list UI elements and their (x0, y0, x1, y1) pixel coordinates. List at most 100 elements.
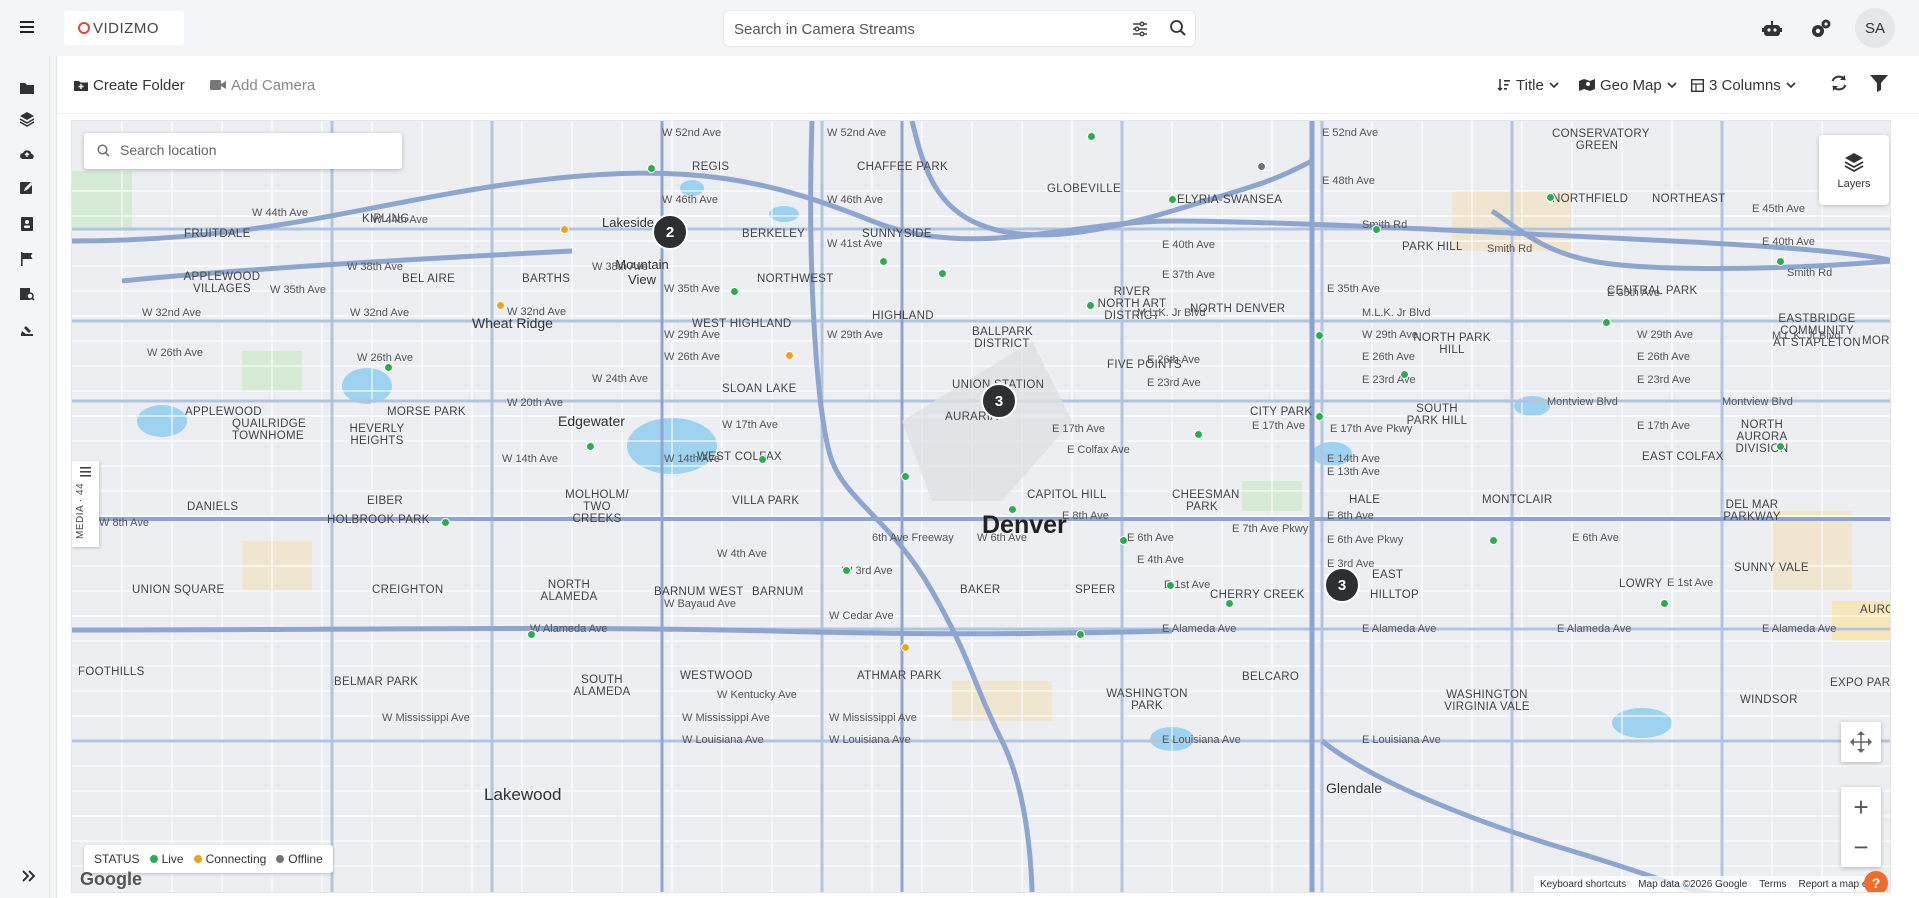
area-label: MORSE PARK (387, 406, 466, 418)
robot-icon[interactable] (1761, 18, 1783, 40)
expand-sidebar-icon[interactable] (21, 868, 37, 884)
camera-marker-live[interactable] (938, 269, 947, 278)
street-label: W Louisiana Ave (829, 734, 911, 746)
refresh-icon[interactable] (1829, 73, 1849, 93)
camera-marker-live[interactable] (1315, 412, 1324, 421)
camera-marker-live[interactable] (730, 287, 739, 296)
cloud-upload-icon[interactable] (19, 146, 35, 162)
flag-icon[interactable] (19, 251, 35, 267)
camera-marker-connecting[interactable] (496, 301, 505, 310)
report-search-icon[interactable] (19, 286, 35, 302)
street-label: E 7th Ave Pkwy (1232, 523, 1309, 535)
stamp-icon[interactable] (19, 322, 35, 338)
street-label: E 48th Ave (1322, 175, 1376, 187)
camera-marker-live[interactable] (1776, 257, 1785, 266)
area-label: VILLA PARK (732, 495, 800, 507)
columns-dropdown[interactable]: 3 Columns (1691, 75, 1801, 95)
camera-marker-connecting[interactable] (901, 643, 910, 652)
camera-marker-live[interactable] (1168, 195, 1177, 204)
area-label: NORTH PARK HILL (1413, 332, 1491, 356)
media-panel-toggle[interactable]: MEDIA · 44 (72, 461, 99, 547)
menu-icon[interactable] (20, 18, 40, 38)
area-label: NORTHEAST (1652, 193, 1726, 205)
street-label: Smith Rd (1487, 243, 1533, 255)
view-mode-dropdown[interactable]: Geo Map (1579, 75, 1682, 95)
camera-marker-live[interactable] (1660, 599, 1669, 608)
street-label: E 35th Ave (1327, 283, 1381, 295)
street-label: 6th Ave Freeway (872, 532, 954, 544)
sort-dropdown[interactable]: Title (1497, 75, 1564, 95)
add-camera-button[interactable]: Add Camera (210, 75, 315, 95)
zoom-in-button[interactable]: + (1841, 787, 1881, 827)
camera-marker-offline[interactable] (1257, 162, 1266, 171)
layers-button[interactable]: Layers (1819, 135, 1889, 205)
camera-marker-live[interactable] (1400, 370, 1409, 379)
edit-icon[interactable] (19, 180, 35, 196)
camera-marker-live[interactable] (441, 518, 450, 527)
camera-cluster[interactable]: 3 (1324, 567, 1360, 603)
zoom-out-button[interactable]: − (1841, 827, 1881, 867)
street-label: W 29th Ave (664, 329, 721, 341)
avatar[interactable]: SA (1855, 8, 1895, 48)
area-label: MORRIS (1862, 335, 1890, 347)
camera-marker-live[interactable] (1166, 581, 1175, 590)
area-label: QUAILRIDGE TOWNHOME (232, 418, 306, 442)
create-folder-button[interactable]: Create Folder (74, 75, 185, 95)
logo[interactable]: VIDIZMO (64, 11, 184, 45)
fullscreen-button[interactable] (1841, 722, 1881, 762)
video-camera-icon (210, 80, 226, 90)
camera-marker-live[interactable] (1076, 630, 1085, 639)
area-label: BERKELEY (742, 228, 806, 240)
area-label: EAST (1372, 569, 1404, 581)
layers-icon (1844, 152, 1864, 172)
street-label: M.L.K. Jr Blvd (1137, 307, 1206, 319)
camera-marker-connecting[interactable] (785, 351, 794, 360)
layers-icon[interactable] (19, 111, 35, 127)
street-label: W Mississippi Ave (382, 712, 470, 724)
camera-cluster[interactable]: 3 (981, 383, 1017, 419)
camera-marker-connecting[interactable] (560, 225, 569, 234)
filter-sliders-icon[interactable] (1131, 20, 1149, 38)
zoom-controls: + − (1841, 787, 1881, 867)
camera-marker-live[interactable] (1194, 430, 1203, 439)
terms-link[interactable]: Terms (1759, 879, 1786, 890)
keyboard-shortcuts-link[interactable]: Keyboard shortcuts (1540, 879, 1626, 890)
contact-card-icon[interactable] (19, 216, 35, 232)
camera-cluster[interactable]: 2 (652, 214, 688, 250)
camera-marker-live[interactable] (1225, 599, 1234, 608)
camera-marker-live[interactable] (879, 257, 888, 266)
camera-marker-live[interactable] (1008, 505, 1017, 514)
camera-marker-live[interactable] (1489, 536, 1498, 545)
settings-gears-icon[interactable] (1810, 18, 1832, 40)
search-input[interactable] (734, 19, 1114, 39)
location-search-input[interactable] (120, 142, 390, 158)
area-label: BAKER (960, 584, 1001, 596)
camera-marker-live[interactable] (1546, 193, 1555, 202)
view-mode-label: Geo Map (1600, 76, 1662, 94)
camera-marker-live[interactable] (758, 455, 767, 464)
area-label: WASHINGTON VIRGINIA VALE (1444, 689, 1530, 713)
camera-marker-live[interactable] (901, 472, 910, 481)
search-icon[interactable] (1169, 19, 1187, 37)
camera-marker-live[interactable] (1086, 301, 1095, 310)
camera-marker-live[interactable] (1315, 331, 1324, 340)
camera-marker-live[interactable] (527, 630, 536, 639)
help-button[interactable]: ? (1864, 871, 1888, 892)
camera-marker-live[interactable] (384, 363, 393, 372)
camera-marker-live[interactable] (1119, 536, 1128, 545)
camera-marker-live[interactable] (586, 442, 595, 451)
camera-marker-live[interactable] (647, 164, 656, 173)
area-label: BARNUM WEST (654, 586, 744, 598)
geo-map[interactable]: Denver Lakewood Wheat Ridge Edgewater La… (71, 120, 1891, 893)
report-map-error-link[interactable]: Report a map e (1799, 879, 1868, 890)
filter-icon[interactable] (1869, 74, 1889, 92)
camera-marker-live[interactable] (842, 566, 851, 575)
camera-marker-live[interactable] (1602, 318, 1611, 327)
folder-icon[interactable] (19, 80, 35, 96)
folder-plus-icon (74, 80, 88, 91)
area-label: ELYRIA-SWANSEA (1177, 194, 1283, 206)
area-label: SOUTH PARK HILL (1406, 403, 1468, 427)
camera-marker-live[interactable] (1087, 132, 1096, 141)
camera-marker-live[interactable] (1776, 442, 1785, 451)
camera-marker-live[interactable] (1372, 225, 1381, 234)
